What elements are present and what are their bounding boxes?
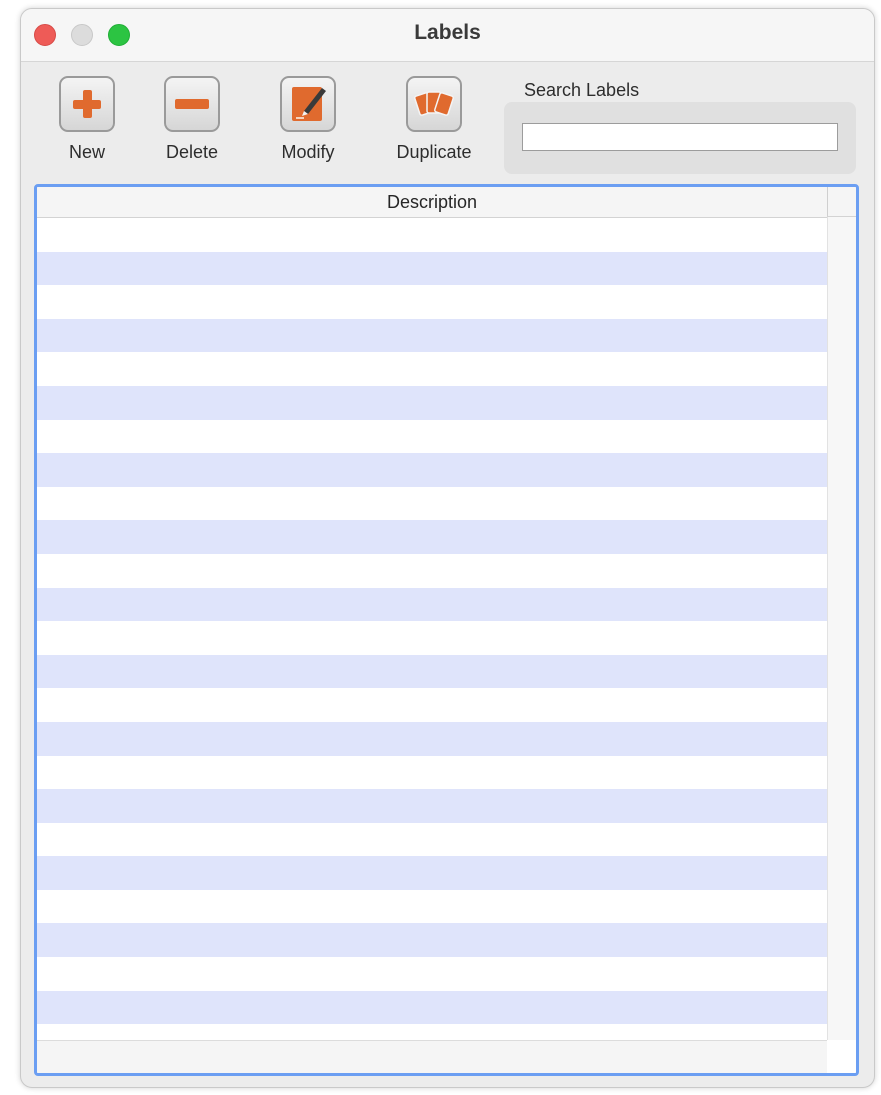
search-labels-label: Search Labels <box>524 80 640 100</box>
horizontal-scrollbar[interactable] <box>37 1040 827 1073</box>
duplicate-button[interactable]: Duplicate <box>384 76 484 163</box>
title-bar: Labels <box>21 9 874 62</box>
table-row[interactable] <box>37 385 827 420</box>
table-row[interactable] <box>37 789 827 823</box>
table-row[interactable] <box>37 352 827 386</box>
modify-button[interactable]: Modify <box>258 76 358 163</box>
table-row[interactable] <box>37 318 827 353</box>
table-row[interactable] <box>37 621 827 655</box>
window-title: Labels <box>414 21 481 44</box>
table-row[interactable] <box>37 688 827 722</box>
table-row[interactable] <box>37 587 827 622</box>
table-row[interactable] <box>37 755 827 790</box>
table-row[interactable] <box>37 822 827 857</box>
edit-pencil-icon <box>280 76 336 132</box>
delete-button[interactable]: Delete <box>142 76 242 163</box>
duplicate-cards-icon <box>406 76 462 132</box>
search-group <box>504 102 856 174</box>
table-row[interactable] <box>37 923 827 958</box>
table-rows[interactable] <box>37 218 827 1040</box>
table-row[interactable] <box>37 654 827 689</box>
search-input[interactable] <box>522 123 838 151</box>
new-button[interactable]: New <box>37 76 137 163</box>
column-header-description[interactable]: Description <box>37 187 827 218</box>
minus-icon <box>164 76 220 132</box>
labels-window: Labels New Delete Modify Duplicate Searc… <box>20 8 875 1088</box>
modify-button-label: Modify <box>281 142 335 162</box>
scroll-corner <box>827 1040 856 1073</box>
table-row[interactable] <box>37 721 827 756</box>
new-button-label: New <box>68 142 105 162</box>
table-row[interactable] <box>37 856 827 890</box>
table-row[interactable] <box>37 251 827 286</box>
table-row[interactable] <box>37 553 827 588</box>
table-row[interactable] <box>37 486 827 521</box>
labels-table[interactable]: Description <box>34 184 859 1076</box>
delete-button-label: Delete <box>165 142 219 162</box>
table-row[interactable] <box>37 957 827 991</box>
toolbar: New Delete Modify Duplicate Search Label… <box>21 62 874 182</box>
table-row[interactable] <box>37 453 827 487</box>
table-row[interactable] <box>37 990 827 1025</box>
table-row[interactable] <box>37 520 827 554</box>
header-corner <box>827 187 856 217</box>
vertical-scrollbar[interactable] <box>827 217 856 1040</box>
table-row[interactable] <box>37 419 827 454</box>
table-row[interactable] <box>37 889 827 924</box>
table-row[interactable] <box>37 1024 827 1040</box>
duplicate-button-label: Duplicate <box>396 142 472 162</box>
plus-icon <box>59 76 115 132</box>
table-row[interactable] <box>37 218 827 252</box>
table-row[interactable] <box>37 285 827 319</box>
